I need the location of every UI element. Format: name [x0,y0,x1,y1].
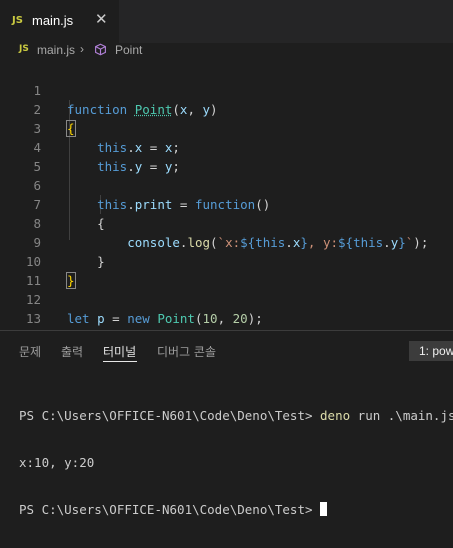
code-line: 10 } [0,233,453,289]
code-line: 7 { [0,176,453,231]
code-line: 8 console.log(`x:${this.x}, y:${this.y}`… [0,195,453,250]
terminal-line: x:10, y:20 [19,454,453,471]
code-line: 3 this.x = x; [0,100,453,155]
breadcrumb: JS main.js › Point [0,42,453,59]
active-tab-indicator [103,361,137,362]
bottom-panel: 문제 출력 터미널 디버그 콘솔 1: powershell PS C:\Use… [0,330,453,517]
code-line: 13 p.print(); [0,290,453,345]
terminal-command: deno [320,408,351,423]
tab-main-js[interactable]: JS main.js ✕ [0,0,119,43]
code-line: 4 this.y = y; [0,119,453,174]
code-line: 5 [0,138,453,174]
code-line: 12 let p = new Point(10, 20); [0,271,453,326]
tab-debug-console[interactable]: 디버그 콘솔 [157,343,216,360]
terminal-output[interactable]: PS C:\Users\OFFICE-N601\Code\Deno\Test> … [19,377,453,548]
code-line: 1 function Point(x, y) [0,62,453,117]
terminal-args: run .\main.js [350,408,453,423]
code-text: let p = new Point(10, 20); [67,311,263,326]
terminal-line: PS C:\Users\OFFICE-N601\Code\Deno\Test> [19,501,453,518]
code-line: 9 } [0,214,453,269]
js-file-icon: JS [19,44,29,54]
terminal-prompt: PS C:\Users\OFFICE-N601\Code\Deno\Test> [19,408,321,423]
breadcrumb-symbol[interactable]: Point [115,43,142,57]
symbol-class-icon [95,43,106,56]
terminal-prompt: PS C:\Users\OFFICE-N601\Code\Deno\Test> [19,502,321,517]
code-line: 11 [0,252,453,288]
tab-terminal[interactable]: 터미널 [103,343,136,360]
code-line: 6 this.print = function() [0,157,453,212]
close-icon[interactable]: ✕ [95,11,108,29]
js-file-icon: JS [12,15,23,26]
terminal-program-output: x:10, y:20 [19,455,95,470]
terminal-cursor [320,502,328,516]
tab-label: main.js [32,13,74,28]
breadcrumb-file[interactable]: main.js [37,43,75,57]
terminal-select[interactable]: 1: powershell [409,341,453,361]
terminal-line: PS C:\Users\OFFICE-N601\Code\Deno\Test> … [19,407,453,424]
line-number: 13 [25,311,41,326]
code-editor[interactable]: 1 function Point(x, y) 2 { 3 this.x = x;… [0,60,453,345]
tab-problems[interactable]: 문제 [19,343,41,360]
tab-bar: JS main.js ✕ [0,0,453,43]
chevron-right-icon: › [80,42,84,56]
tab-output[interactable]: 출력 [61,343,83,360]
code-line: 2 { [0,81,453,137]
